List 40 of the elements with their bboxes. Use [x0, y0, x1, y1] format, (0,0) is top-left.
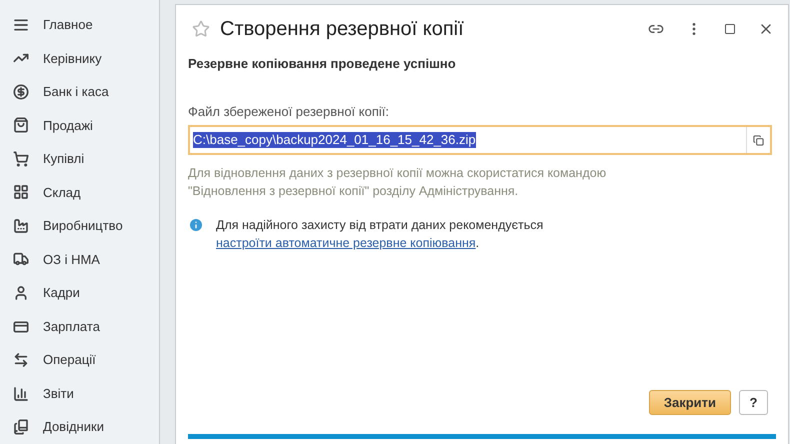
bar-chart-icon: [13, 386, 29, 402]
coin-icon: [13, 84, 29, 100]
sidebar-item[interactable]: Купівлі: [0, 142, 159, 176]
info-link-line: настроїти автоматичне резервне копіювання.: [216, 235, 480, 252]
menu-icon: [13, 16, 29, 33]
sidebar-item[interactable]: Продажі: [0, 108, 159, 142]
file-path-field[interactable]: C:\base_copy\backup2024_01_16_15_42_36.zip: [188, 125, 772, 155]
help-button[interactable]: ?: [739, 390, 768, 415]
sidebar-item[interactable]: Главное: [0, 8, 159, 42]
factory-icon: [13, 218, 29, 234]
sidebar-item[interactable]: Склад: [0, 176, 159, 210]
sidebar-item[interactable]: ОЗ і НМА: [0, 242, 159, 276]
file-path-value: C:\base_copy\backup2024_01_16_15_42_36.zip: [193, 132, 476, 148]
card-icon: [13, 318, 29, 335]
sidebar-item[interactable]: Кадри: [0, 276, 159, 310]
field-label: Файл збереженої резервної копії:: [188, 102, 390, 121]
sidebar-item[interactable]: Операції: [0, 343, 159, 377]
hint-text: Для відновлення даних з резервної копії можна скористатися командою "Відновлення з резервної копії" розділу Адміністрування.: [188, 165, 608, 200]
sidebar-item[interactable]: Зарплата: [0, 310, 159, 344]
truck-icon: [13, 251, 29, 268]
open-icon[interactable]: [753, 134, 764, 146]
sidebar-item[interactable]: Довідники: [0, 410, 159, 444]
close-button[interactable]: Закрити: [648, 390, 731, 415]
maximize-icon[interactable]: [724, 23, 736, 35]
user-icon: [13, 285, 29, 302]
sidebar-item[interactable]: Виробництво: [0, 209, 159, 243]
arrows-icon: [13, 352, 29, 368]
settings-link[interactable]: настроїти автоматичне резервне копіювання: [216, 236, 476, 250]
grid-icon: [13, 184, 29, 200]
info-icon: [188, 217, 204, 233]
sidebar-item[interactable]: Банк і каса: [0, 75, 159, 109]
sidebar-item[interactable]: Звіти: [0, 376, 159, 410]
books-icon: [13, 419, 29, 436]
window-title: Створення резервної копії: [220, 17, 465, 42]
status-heading: Резервне копіювання проведене успішно: [188, 55, 457, 73]
cart-icon: [13, 150, 29, 167]
star-icon[interactable]: [192, 20, 210, 38]
sidebar-item[interactable]: Керівнику: [0, 42, 159, 76]
bag-icon: [13, 117, 29, 134]
info-text: Для надійного захисту від втрати даних рекомендується: [216, 217, 544, 234]
